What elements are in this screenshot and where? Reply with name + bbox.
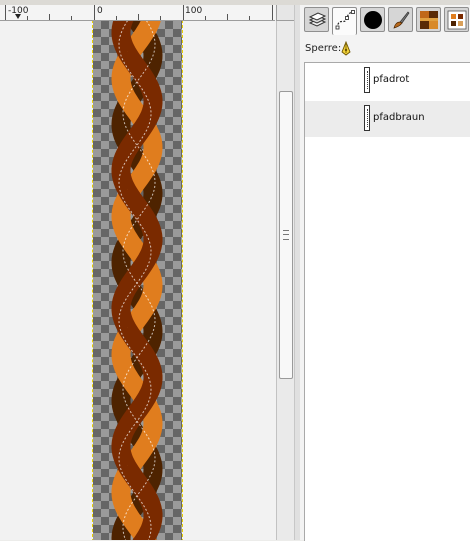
ruler-tick xyxy=(205,16,206,20)
image-window: -100 0 100 xyxy=(0,5,294,540)
layers-tab[interactable] xyxy=(304,7,329,32)
ruler-tick xyxy=(94,5,95,20)
ruler-tick xyxy=(27,16,28,20)
ruler-tick xyxy=(272,5,273,20)
patterns-tab[interactable] xyxy=(416,7,441,32)
ruler-label-zero: 0 xyxy=(97,6,103,16)
brush-circle-icon xyxy=(364,11,382,29)
ruler-tick xyxy=(71,16,72,20)
tools-tab[interactable] xyxy=(388,7,413,32)
path-thumbnail xyxy=(364,67,370,93)
ruler-tick xyxy=(5,5,6,20)
dock-tab-bar xyxy=(300,5,470,35)
ruler-tick xyxy=(138,14,139,20)
vertical-scrollbar[interactable] xyxy=(276,21,294,540)
scrollbar-thumb[interactable] xyxy=(279,91,293,379)
ruler-tick xyxy=(160,16,161,20)
list-item-pfadbraun[interactable]: pfadbraun xyxy=(305,101,470,137)
braid-artwork xyxy=(111,21,163,540)
pointer-position-marker xyxy=(15,14,21,19)
list-item-pfadrot[interactable]: pfadrot xyxy=(305,63,470,99)
navigate-button[interactable] xyxy=(276,5,294,21)
pattern-icon xyxy=(420,11,438,29)
lock-label: Sperre: xyxy=(305,43,342,54)
lock-row: Sperre: xyxy=(300,39,470,61)
paintbrush-icon xyxy=(393,11,410,29)
paths-dock: Sperre: pfadrot pfadbraun xyxy=(300,5,470,541)
brushes-tab[interactable] xyxy=(360,7,385,32)
path-name: pfadrot xyxy=(373,74,410,85)
images-tab[interactable] xyxy=(444,7,469,32)
lock-pen-icon[interactable] xyxy=(338,41,354,57)
scrollbar-grip xyxy=(283,230,289,240)
path-name: pfadbraun xyxy=(373,112,425,123)
horizontal-ruler: -100 0 100 xyxy=(0,5,275,21)
ruler-tick xyxy=(116,16,117,20)
path-thumbnail xyxy=(364,105,370,131)
paths-tab[interactable] xyxy=(332,7,357,35)
ruler-tick xyxy=(227,14,228,20)
canvas-area[interactable] xyxy=(0,21,276,540)
image-thumbnail-icon xyxy=(447,10,467,30)
ruler-tick xyxy=(249,16,250,20)
paths-list: pfadrot pfadbraun xyxy=(304,62,470,541)
ruler-tick xyxy=(183,5,184,20)
paths-icon xyxy=(335,10,355,30)
ruler-label-100: 100 xyxy=(185,6,203,16)
ruler-tick xyxy=(49,14,50,20)
layers-icon xyxy=(308,12,327,27)
